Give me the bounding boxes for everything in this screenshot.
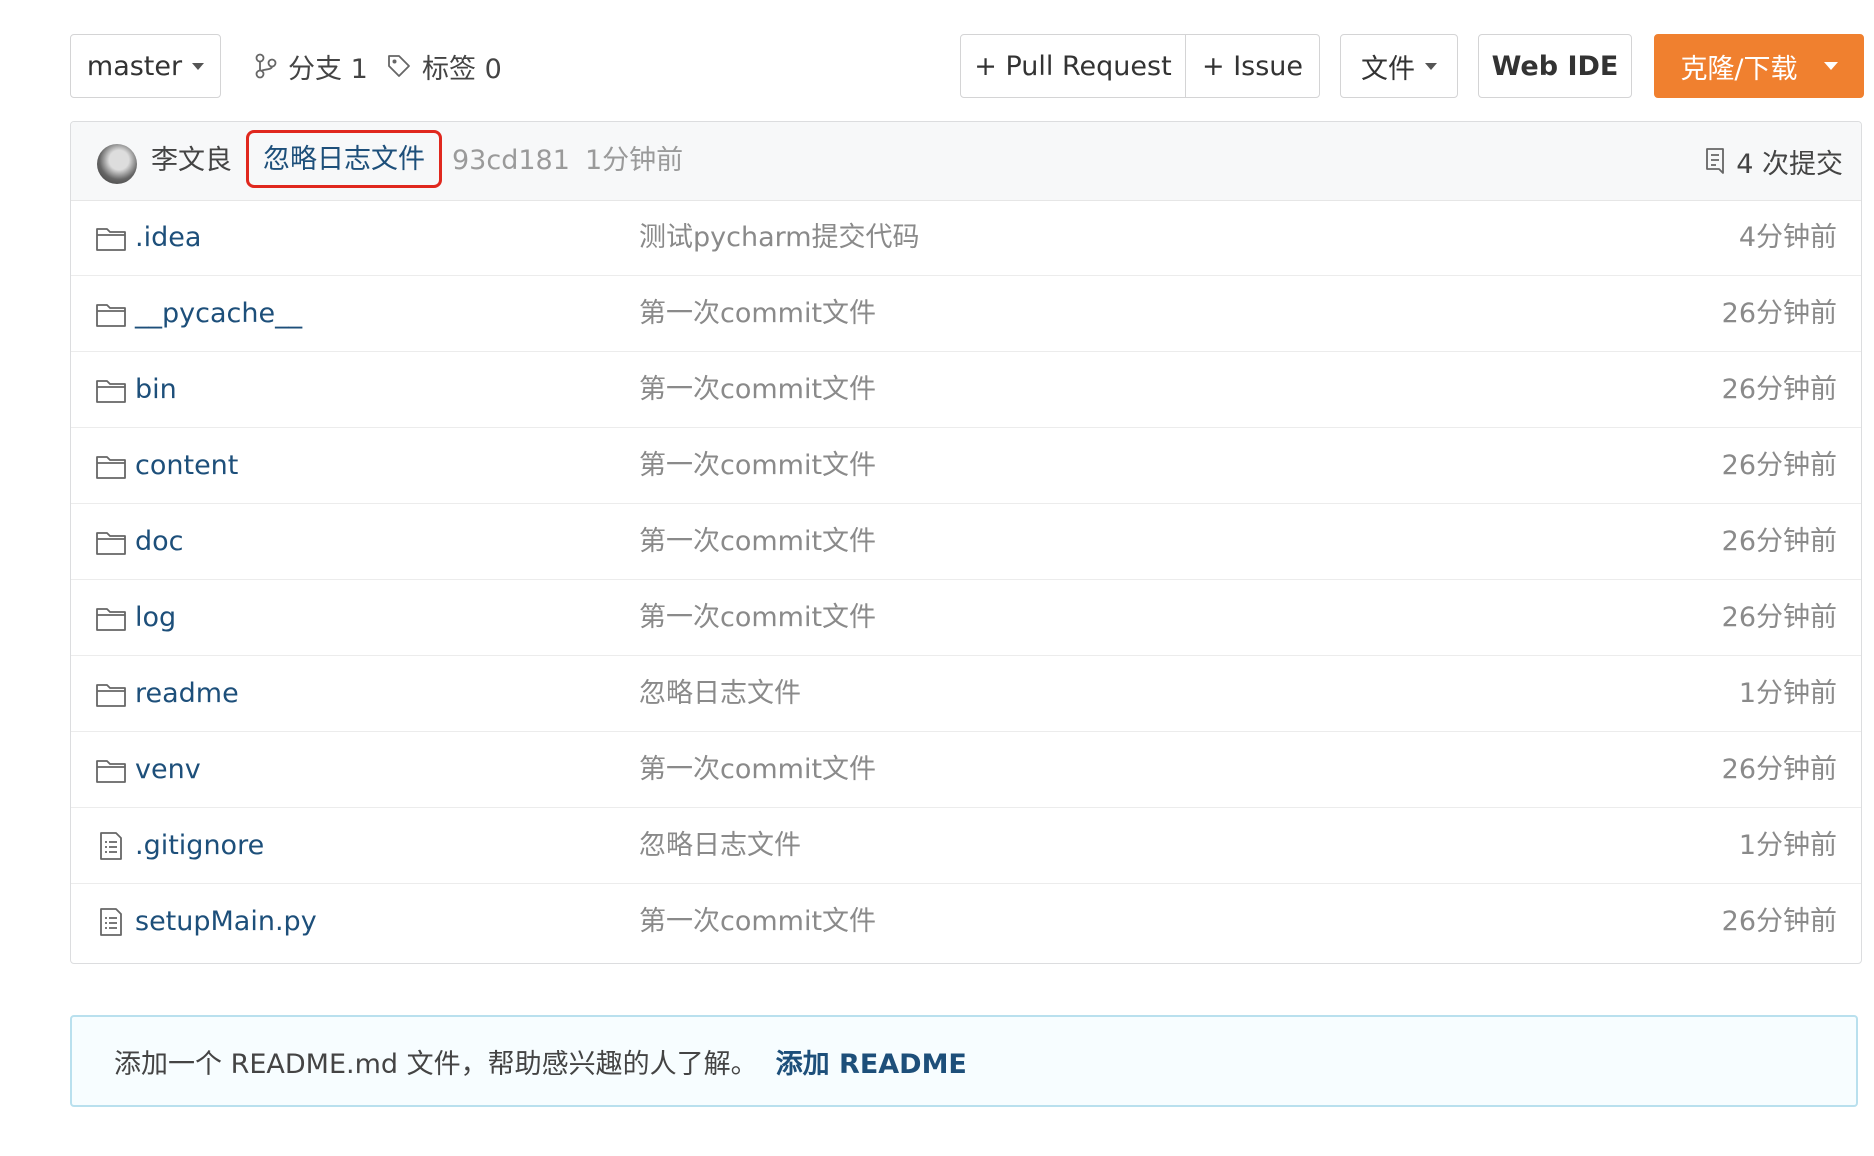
folder-icon — [95, 678, 127, 710]
tags-link[interactable]: 标签 0 — [386, 34, 502, 98]
file-row[interactable]: __pycache__ 第一次commit文件 26分钟前 — [71, 276, 1861, 352]
file-commit-time: 26分钟前 — [1721, 754, 1837, 785]
issue-label: + Issue — [1201, 50, 1304, 82]
file-commit-message[interactable]: 忽略日志文件 — [639, 656, 801, 732]
branches-label: 分支 1 — [288, 53, 368, 85]
file-commit-time: 26分钟前 — [1721, 526, 1837, 557]
file-commit-time: 4分钟前 — [1738, 222, 1837, 253]
file-row[interactable]: .idea 测试pycharm提交代码 4分钟前 — [71, 200, 1861, 276]
commit-count: 4 次提交 — [1736, 148, 1843, 180]
file-row[interactable]: bin 第一次commit文件 26分钟前 — [71, 352, 1861, 428]
branch-name: master — [86, 50, 183, 82]
commit-time: 1分钟前 — [585, 145, 684, 176]
folder-icon — [95, 602, 127, 634]
tags-label: 标签 0 — [422, 53, 502, 85]
file-row[interactable]: setupMain.py 第一次commit文件 26分钟前 — [71, 884, 1861, 960]
file-commit-time: 1分钟前 — [1738, 830, 1837, 861]
folder-icon — [95, 754, 127, 786]
avatar[interactable] — [97, 144, 137, 184]
issue-button[interactable]: + Issue — [1185, 34, 1320, 98]
commit-hash[interactable]: 93cd181 — [452, 122, 570, 200]
file-name-link[interactable]: doc — [135, 504, 184, 580]
file-name-link[interactable]: .gitignore — [135, 808, 264, 884]
folder-icon — [95, 450, 127, 482]
commit-author[interactable]: 李文良 — [151, 122, 232, 200]
readme-notice-text: 添加一个 README.md 文件，帮助感兴趣的人了解。 — [114, 1048, 758, 1080]
file-commit-message[interactable]: 第一次commit文件 — [639, 352, 876, 428]
commit-count-link[interactable]: 4 次提交 — [1704, 122, 1843, 200]
file-commit-message[interactable]: 忽略日志文件 — [639, 808, 801, 884]
file-row[interactable]: .gitignore 忽略日志文件 1分钟前 — [71, 808, 1861, 884]
file-commit-message[interactable]: 第一次commit文件 — [639, 276, 876, 352]
file-menu-button[interactable]: 文件 — [1340, 34, 1458, 98]
file-commit-message[interactable]: 测试pycharm提交代码 — [639, 200, 920, 276]
file-name-link[interactable]: venv — [135, 732, 201, 808]
clone-download-label: 克隆/下载 — [1680, 53, 1798, 85]
folder-icon — [95, 374, 127, 406]
chevron-down-icon — [1425, 62, 1437, 70]
file-name-link[interactable]: setupMain.py — [135, 884, 317, 960]
file-commit-message[interactable]: 第一次commit文件 — [639, 428, 876, 504]
branch-icon — [255, 53, 277, 79]
file-row[interactable]: readme 忽略日志文件 1分钟前 — [71, 656, 1861, 732]
file-commit-time: 26分钟前 — [1721, 374, 1837, 405]
folder-icon — [95, 526, 127, 558]
chevron-down-icon — [192, 62, 205, 70]
chevron-down-icon — [1823, 62, 1838, 70]
file-commit-time: 1分钟前 — [1738, 678, 1837, 709]
file-name-link[interactable]: content — [135, 428, 238, 504]
commit-message-link[interactable]: 忽略日志文件 — [246, 130, 442, 188]
file-list-panel: 李文良 忽略日志文件 93cd181 1分钟前 4 次提交 .idea 测试pyc… — [70, 121, 1862, 964]
commits-icon — [1706, 148, 1725, 174]
file-commit-message[interactable]: 第一次commit文件 — [639, 504, 876, 580]
branches-link[interactable]: 分支 1 — [254, 34, 368, 98]
file-name-link[interactable]: log — [135, 580, 176, 656]
clone-download-button[interactable]: 克隆/下载 — [1654, 34, 1864, 98]
file-name-link[interactable]: bin — [135, 352, 177, 428]
file-commit-time: 26分钟前 — [1721, 450, 1837, 481]
file-row[interactable]: log 第一次commit文件 26分钟前 — [71, 580, 1861, 656]
file-commit-time: 26分钟前 — [1721, 906, 1837, 937]
branch-selector[interactable]: master — [70, 34, 221, 98]
file-icon — [95, 906, 127, 938]
file-icon — [95, 830, 127, 862]
pull-request-button[interactable]: + Pull Request — [960, 34, 1186, 98]
add-readme-link[interactable]: 添加 README — [776, 1042, 967, 1081]
pull-request-label: + Pull Request — [974, 50, 1172, 82]
folder-icon — [95, 298, 127, 330]
file-name-link[interactable]: readme — [135, 656, 239, 732]
file-row[interactable]: content 第一次commit文件 26分钟前 — [71, 428, 1861, 504]
web-ide-label: Web IDE — [1491, 50, 1619, 82]
file-commit-message[interactable]: 第一次commit文件 — [639, 580, 876, 656]
web-ide-button[interactable]: Web IDE — [1478, 34, 1632, 98]
file-name-link[interactable]: __pycache__ — [135, 276, 302, 352]
readme-notice: 添加一个 README.md 文件，帮助感兴趣的人了解。 添加 README — [70, 1015, 1858, 1107]
latest-commit-bar: 李文良 忽略日志文件 93cd181 1分钟前 4 次提交 — [71, 122, 1861, 201]
file-menu-label: 文件 — [1361, 53, 1415, 85]
file-row[interactable]: venv 第一次commit文件 26分钟前 — [71, 732, 1861, 808]
tag-icon — [388, 55, 410, 77]
file-row[interactable]: doc 第一次commit文件 26分钟前 — [71, 504, 1861, 580]
file-commit-time: 26分钟前 — [1721, 298, 1837, 329]
file-commit-message[interactable]: 第一次commit文件 — [639, 884, 876, 960]
file-commit-message[interactable]: 第一次commit文件 — [639, 732, 876, 808]
folder-icon — [95, 222, 127, 254]
file-commit-time: 26分钟前 — [1721, 602, 1837, 633]
file-name-link[interactable]: .idea — [135, 200, 201, 276]
